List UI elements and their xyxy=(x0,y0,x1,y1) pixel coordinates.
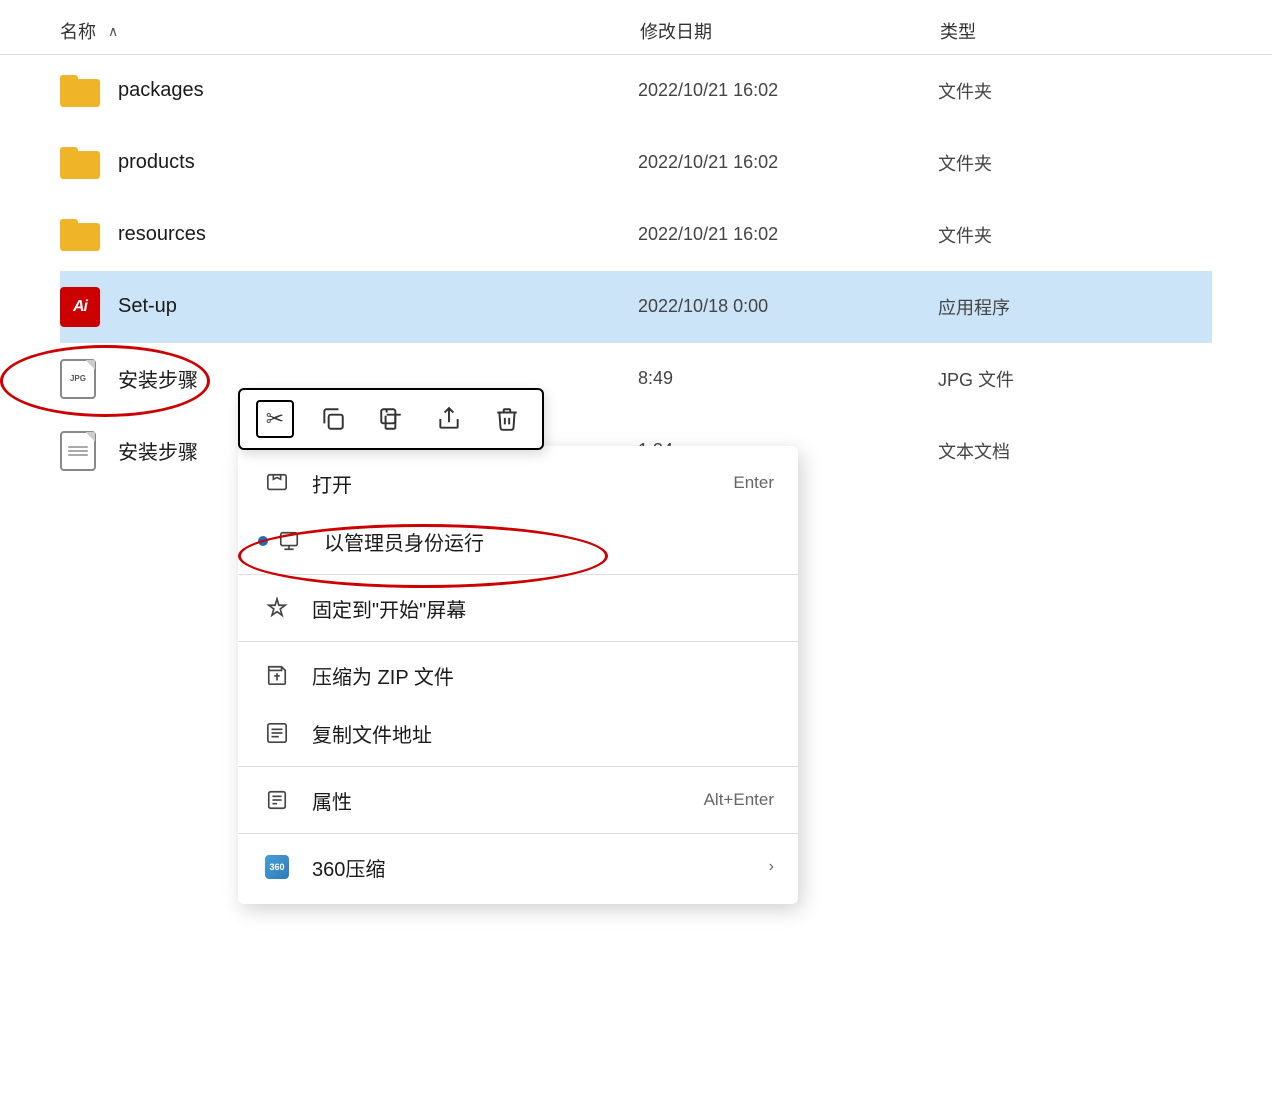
file-name: resources xyxy=(118,223,638,246)
file-type: 文件夹 xyxy=(938,150,1212,176)
menu-label: 360压缩 xyxy=(312,853,769,882)
menu-item-360[interactable]: 360 360压缩 › xyxy=(238,838,798,896)
folder-icon xyxy=(60,71,100,111)
table-row[interactable]: packages 2022/10/21 16:02 文件夹 xyxy=(60,55,1212,127)
submenu-arrow: › xyxy=(769,858,774,876)
table-row[interactable]: JPG 安装步骤 8:49 JPG 文件 xyxy=(60,343,1212,415)
properties-icon xyxy=(262,785,292,815)
table-row[interactable]: Ai Set-up 2022/10/18 0:00 应用程序 xyxy=(60,271,1212,343)
file-name: packages xyxy=(118,79,638,102)
menu-item-runas[interactable]: 以管理员身份运行 xyxy=(238,512,798,570)
file-date: 2022/10/21 16:02 xyxy=(638,80,938,101)
menu-divider xyxy=(238,641,798,642)
col-name-header[interactable]: 名称 ∧ xyxy=(60,18,640,44)
menu-divider xyxy=(238,766,798,767)
menu-label: 复制文件地址 xyxy=(312,719,774,748)
menu-label: 属性 xyxy=(312,786,704,815)
table-row[interactable]: resources 2022/10/21 16:02 文件夹 xyxy=(60,199,1212,271)
menu-shortcut: Enter xyxy=(733,473,774,493)
col-type-header[interactable]: 类型 xyxy=(940,18,1212,44)
menu-label: 压缩为 ZIP 文件 xyxy=(312,661,774,690)
file-type: 应用程序 xyxy=(938,294,1212,320)
adobe-icon: Ai xyxy=(60,287,100,327)
open-icon xyxy=(262,468,292,498)
file-type: JPG 文件 xyxy=(938,366,1212,392)
menu-item-open[interactable]: 打开 Enter xyxy=(238,454,798,512)
file-type: 文件夹 xyxy=(938,222,1212,248)
copypath-icon xyxy=(262,718,292,748)
menu-label: 以管理员身份运行 xyxy=(324,527,774,556)
table-row[interactable]: products 2022/10/21 16:02 文件夹 xyxy=(60,127,1212,199)
blue-dot-indicator xyxy=(258,536,268,546)
menu-item-pin[interactable]: 固定到"开始"屏幕 xyxy=(238,579,798,637)
column-headers: 名称 ∧ 修改日期 类型 xyxy=(0,0,1272,55)
menu-label: 打开 xyxy=(312,469,733,498)
delete-button[interactable] xyxy=(488,400,526,438)
file-explorer: 名称 ∧ 修改日期 类型 packages 2022/10/21 16:02 文… xyxy=(0,0,1272,1098)
file-date: 8:49 xyxy=(638,368,938,389)
folder-icon xyxy=(60,143,100,183)
file-name: Set-up xyxy=(118,295,638,318)
menu-label: 固定到"开始"屏幕 xyxy=(312,594,774,623)
admin-icon xyxy=(274,526,304,556)
360-icon: 360 xyxy=(262,852,292,882)
zip-icon xyxy=(262,660,292,690)
menu-item-properties[interactable]: 属性 Alt+Enter xyxy=(238,771,798,829)
file-date: 2022/10/21 16:02 xyxy=(638,224,938,245)
paste-button[interactable] xyxy=(372,400,410,438)
cut-button[interactable]: ✂ xyxy=(256,400,294,438)
sort-arrow: ∧ xyxy=(108,23,118,40)
jpg-file-icon: JPG xyxy=(60,359,100,399)
menu-item-zip[interactable]: 压缩为 ZIP 文件 xyxy=(238,646,798,704)
col-date-header[interactable]: 修改日期 xyxy=(640,18,940,44)
folder-icon xyxy=(60,215,100,255)
txt-file-icon xyxy=(60,431,100,471)
copy-button[interactable] xyxy=(314,400,352,438)
context-toolbar: ✂ xyxy=(238,388,544,450)
context-menu: 打开 Enter 以管理员身份运行 固定到"开始"屏幕 xyxy=(238,446,798,904)
menu-divider xyxy=(238,574,798,575)
share-button[interactable] xyxy=(430,400,468,438)
menu-shortcut: Alt+Enter xyxy=(704,790,774,810)
file-type: 文本文档 xyxy=(938,438,1212,464)
file-date: 2022/10/21 16:02 xyxy=(638,152,938,173)
file-type: 文件夹 xyxy=(938,78,1212,104)
col-name-label: 名称 xyxy=(60,18,96,44)
menu-divider xyxy=(238,833,798,834)
file-list: packages 2022/10/21 16:02 文件夹 products 2… xyxy=(0,55,1272,487)
file-date: 2022/10/18 0:00 xyxy=(638,296,938,317)
file-name: products xyxy=(118,151,638,174)
menu-item-copypath[interactable]: 复制文件地址 xyxy=(238,704,798,762)
pin-icon xyxy=(262,593,292,623)
